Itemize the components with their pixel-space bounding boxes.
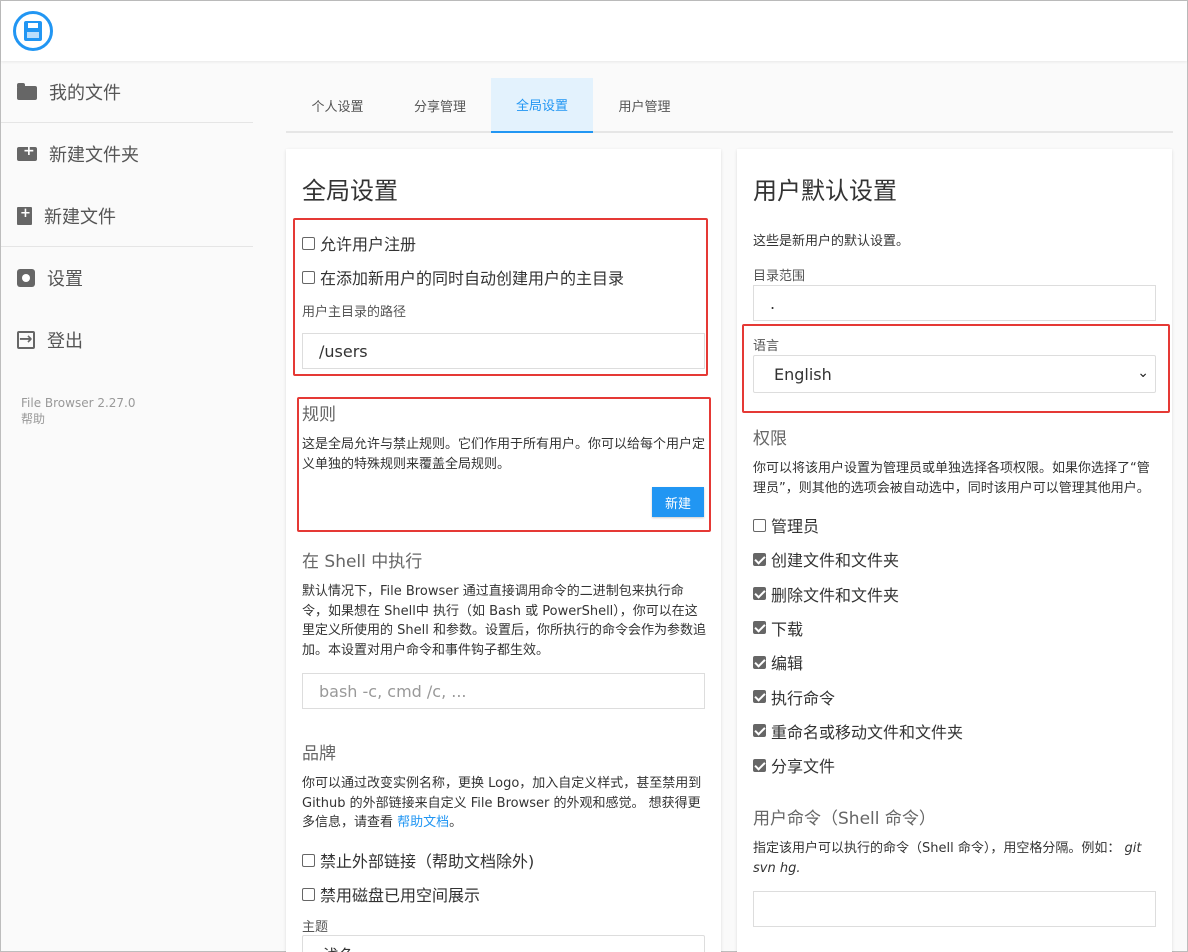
checkbox-label: 编辑 bbox=[771, 654, 804, 674]
rules-title: 规则 bbox=[302, 405, 336, 425]
scope-label: 目录范围 bbox=[753, 269, 806, 284]
sidebar-item-label: 设置 bbox=[47, 269, 83, 290]
checkbox-label: 执行命令 bbox=[771, 688, 836, 708]
sidebar-item-new-file[interactable]: 新建文件 bbox=[1, 185, 253, 247]
checkbox-box[interactable] bbox=[302, 887, 315, 901]
checkbox-label: 禁用磁盘已用空间展示 bbox=[320, 886, 481, 905]
global-settings-card: 全局设置 允许用户注册 在添加新用户的同时自动创建用户的主目录 用户主目录的路径… bbox=[286, 149, 721, 952]
gear-icon bbox=[17, 269, 35, 287]
version-info: File Browser 2.27.0 帮助 bbox=[21, 395, 136, 427]
branding-desc-text: 你可以通过改变实例名称，更换 Logo，加入自定义样式，甚至禁用到 Github… bbox=[302, 776, 702, 830]
checkbox-label: 删除文件和文件夹 bbox=[771, 585, 900, 605]
logo-icon[interactable] bbox=[13, 11, 53, 51]
checkbox-label: 创建文件和文件夹 bbox=[771, 551, 900, 571]
sidebar-item-new-folder[interactable]: 新建文件夹 bbox=[1, 123, 253, 185]
checkbox-label: 重命名或移动文件和文件夹 bbox=[771, 722, 964, 742]
checkbox-box[interactable] bbox=[753, 690, 766, 703]
rules-description: 这是全局允许与禁止规则。它们作用于所有用户。你可以给每个用户定义单独的特殊规则来… bbox=[302, 437, 706, 472]
logout-icon bbox=[17, 329, 35, 349]
tab-profile[interactable]: 个人设置 bbox=[286, 78, 389, 133]
checkbox-box[interactable] bbox=[753, 552, 766, 566]
sidebar-item-label: 登出 bbox=[47, 331, 83, 352]
commands-title: 用户命令（Shell 命令） bbox=[753, 809, 936, 829]
defaults-description: 这些是新用户的默认设置。 bbox=[753, 234, 910, 249]
allow-signup-checkbox[interactable]: 允许用户注册 bbox=[302, 231, 416, 255]
shell-title: 在 Shell 中执行 bbox=[302, 552, 423, 572]
permission-checkbox[interactable]: 编辑 bbox=[753, 650, 803, 674]
permission-checkbox[interactable]: 执行命令 bbox=[753, 685, 835, 709]
create-home-checkbox[interactable]: 在添加新用户的同时自动创建用户的主目录 bbox=[302, 265, 624, 289]
branding-title: 品牌 bbox=[302, 744, 336, 764]
sidebar: 我的文件 新建文件夹 新建文件 设置 登出 File Browser 2.27.… bbox=[1, 61, 253, 426]
new-folder-icon bbox=[17, 143, 37, 161]
language-select[interactable]: English ⌄ bbox=[753, 355, 1156, 393]
tab-global-settings[interactable]: 全局设置 bbox=[491, 78, 593, 133]
sidebar-item-logout[interactable]: 登出 bbox=[1, 309, 253, 371]
checkbox-label: 管理员 bbox=[771, 517, 820, 536]
shell-input[interactable]: bash -c, cmd /c, ... bbox=[302, 673, 705, 709]
version-text: File Browser 2.27.0 bbox=[21, 396, 136, 410]
commands-input[interactable] bbox=[753, 891, 1156, 927]
checkbox-box[interactable] bbox=[753, 724, 766, 738]
checkbox-box[interactable] bbox=[753, 758, 766, 772]
checkbox-box[interactable] bbox=[753, 518, 766, 532]
help-link[interactable]: 帮助 bbox=[21, 411, 136, 427]
checkbox-label: 允许用户注册 bbox=[320, 235, 417, 254]
scope-input[interactable]: . bbox=[753, 285, 1156, 321]
checkbox-label: 下载 bbox=[771, 619, 804, 639]
home-path-input[interactable]: /users bbox=[302, 333, 705, 369]
chevron-down-icon: ⌄ bbox=[686, 945, 698, 952]
sidebar-item-settings[interactable]: 设置 bbox=[1, 247, 253, 309]
settings-tabs: 个人设置 分享管理 全局设置 用户管理 bbox=[286, 78, 1173, 133]
chevron-down-icon: ⌄ bbox=[1137, 365, 1149, 381]
tab-shares[interactable]: 分享管理 bbox=[389, 78, 491, 133]
permission-checkbox[interactable]: 分享文件 bbox=[753, 753, 835, 777]
checkbox-box[interactable] bbox=[302, 270, 315, 284]
checkbox-box[interactable] bbox=[302, 236, 315, 250]
sidebar-item-label: 新建文件夹 bbox=[49, 145, 139, 166]
disable-external-links-checkbox[interactable]: 禁止外部链接（帮助文档除外) bbox=[302, 848, 534, 872]
defaults-title: 用户默认设置 bbox=[753, 177, 897, 205]
permission-checkbox[interactable]: 管理员 bbox=[753, 513, 819, 537]
user-defaults-card: 用户默认设置 这些是新用户的默认设置。 目录范围 . 语言 English ⌄ … bbox=[737, 149, 1172, 952]
permission-checkbox[interactable]: 创建文件和文件夹 bbox=[753, 547, 899, 571]
checkbox-label: 禁止外部链接（帮助文档除外) bbox=[320, 852, 535, 871]
checkbox-box[interactable] bbox=[753, 621, 766, 635]
commands-description: 指定该用户可以执行的命令（Shell 命令），用空格分隔。例如： git svn… bbox=[753, 839, 1158, 878]
permission-checkbox[interactable]: 删除文件和文件夹 bbox=[753, 582, 899, 606]
sidebar-item-label: 我的文件 bbox=[49, 82, 121, 104]
theme-label: 主题 bbox=[302, 920, 329, 935]
commands-desc-text: 指定该用户可以执行的命令（Shell 命令），用空格分隔。例如： bbox=[753, 841, 1121, 856]
branding-desc-end: 。 bbox=[449, 815, 463, 830]
top-bar bbox=[1, 1, 1187, 61]
help-docs-link[interactable]: 帮助文档 bbox=[397, 815, 449, 830]
tab-user-management[interactable]: 用户管理 bbox=[593, 78, 696, 133]
sidebar-item-my-files[interactable]: 我的文件 bbox=[1, 61, 253, 123]
folder-icon bbox=[17, 82, 37, 100]
theme-select[interactable]: 浅色 ⌄ bbox=[302, 935, 705, 952]
checkbox-box[interactable] bbox=[753, 655, 766, 669]
checkbox-box[interactable] bbox=[753, 587, 766, 601]
disable-disk-usage-checkbox[interactable]: 禁用磁盘已用空间展示 bbox=[302, 882, 480, 906]
language-label: 语言 bbox=[753, 339, 780, 354]
permission-checkbox[interactable]: 重命名或移动文件和文件夹 bbox=[753, 719, 963, 743]
home-path-label: 用户主目录的路径 bbox=[302, 305, 407, 320]
language-value: English bbox=[774, 364, 832, 384]
permission-checkbox[interactable]: 下载 bbox=[753, 616, 803, 640]
new-file-icon bbox=[17, 206, 32, 225]
permissions-description: 你可以将该用户设置为管理员或单独选择各项权限。如果你选择了“管理员”，则其他的选… bbox=[753, 461, 1150, 496]
branding-description: 你可以通过改变实例名称，更换 Logo，加入自定义样式，甚至禁用到 Github… bbox=[302, 774, 707, 833]
checkbox-label: 在添加新用户的同时自动创建用户的主目录 bbox=[320, 269, 625, 288]
new-rule-button[interactable]: 新建 bbox=[652, 487, 704, 517]
permissions-title: 权限 bbox=[753, 429, 787, 449]
checkbox-label: 分享文件 bbox=[771, 757, 836, 777]
shell-description: 默认情况下，File Browser 通过直接调用命令的二进制包来执行命令，如果… bbox=[302, 584, 706, 658]
checkbox-box[interactable] bbox=[302, 853, 315, 867]
theme-value: 浅色 bbox=[323, 942, 355, 952]
sidebar-item-label: 新建文件 bbox=[44, 206, 116, 228]
page-title: 全局设置 bbox=[302, 177, 398, 205]
